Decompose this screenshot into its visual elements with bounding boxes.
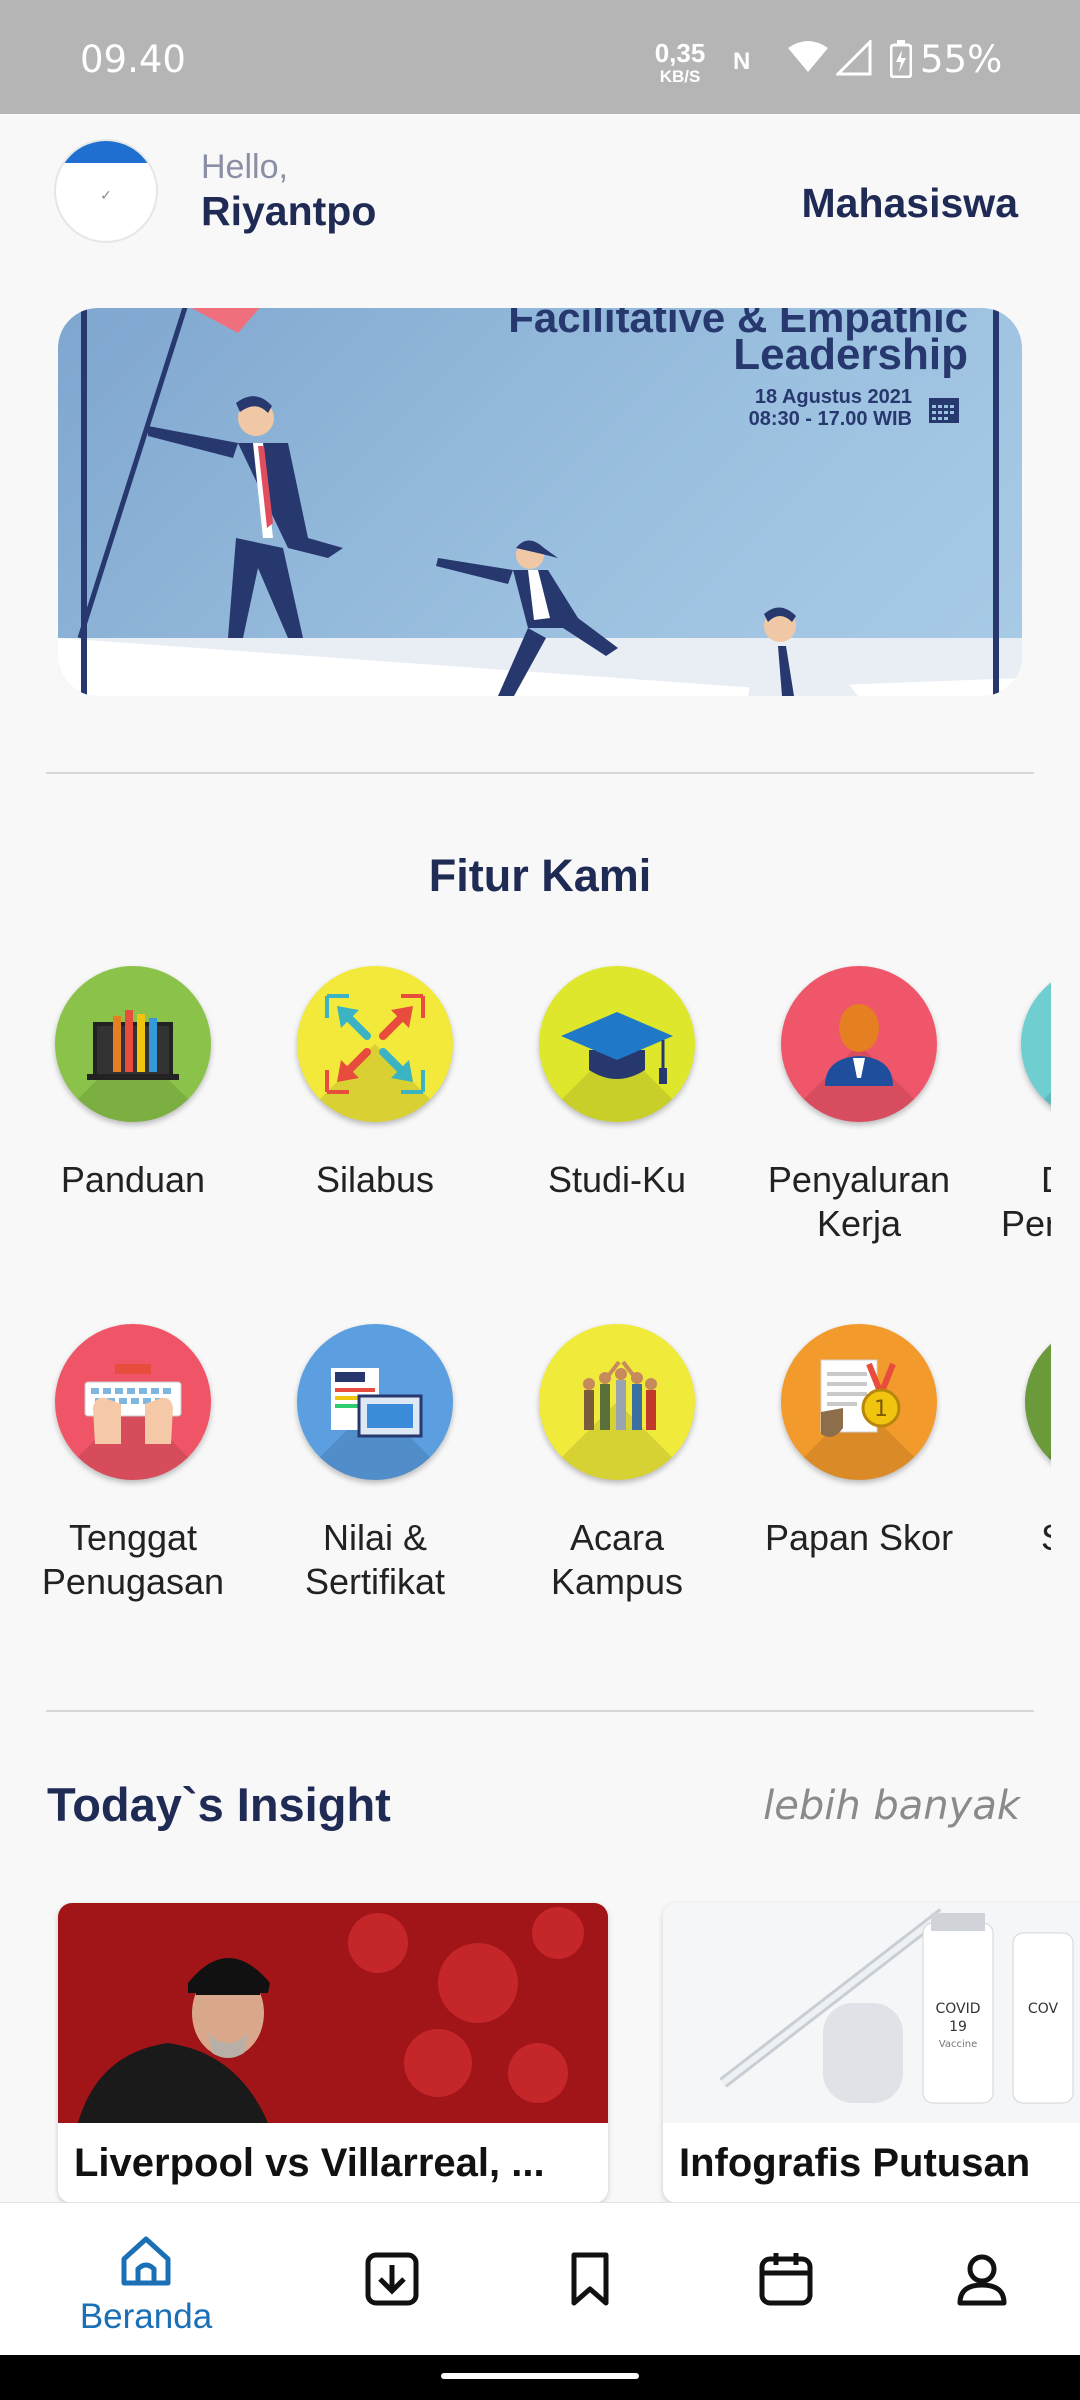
medal-icon: 1 — [820, 1359, 901, 1437]
feature-label: Nilai & Sertifikat — [304, 1517, 446, 1602]
clock: 09.40 — [80, 38, 186, 81]
network-speed-value: 0,35 — [654, 38, 706, 68]
feature-papan-skor[interactable]: 1 Papan Skor — [759, 1324, 959, 1560]
keyboard-hands-icon — [84, 1364, 182, 1444]
battery-icon — [890, 40, 912, 78]
home-gesture-handle[interactable] — [441, 2373, 639, 2379]
feature-partial-2[interactable]: S — [1001, 1324, 1051, 1560]
feature-partial-2-circle — [1025, 1324, 1051, 1480]
nav-home-label: Beranda — [79, 2297, 213, 2336]
features-title: Fitur Kami — [428, 850, 652, 901]
feature-penyaluran-kerja[interactable]: Penyaluran Kerja — [759, 966, 959, 1246]
feature-tenggat-penugasan-circle — [55, 1324, 211, 1480]
home-icon — [121, 2236, 171, 2286]
certificate-icon — [331, 1368, 423, 1438]
feature-tenggat-penugasan[interactable]: Tenggat Penugasan — [33, 1324, 233, 1604]
feature-label: DPer — [1001, 1159, 1051, 1244]
svg-text:Vaccine: Vaccine — [939, 2039, 977, 2050]
section-divider — [46, 1710, 1034, 1712]
network-speed: 0,35 KB/S — [640, 40, 720, 85]
nav-download[interactable] — [322, 2203, 462, 2356]
books-icon — [87, 1010, 179, 1080]
event-banner[interactable]: Facilitative & Empathic Leadership 18 Ag… — [58, 308, 1022, 696]
feature-label: Penyaluran Kerja — [767, 1159, 951, 1244]
svg-text:1: 1 — [874, 1397, 888, 1422]
avatar-banner — [56, 141, 156, 163]
feature-label: Papan Skor — [764, 1517, 954, 1558]
feature-label: Tenggat Penugasan — [41, 1517, 225, 1602]
feature-penyaluran-kerja-circle — [781, 966, 937, 1122]
calendar-icon — [759, 2253, 813, 2306]
feature-acara-kampus-circle — [539, 1324, 695, 1480]
football-photo — [58, 1903, 608, 2123]
nfc-icon: N — [733, 48, 751, 75]
more-link[interactable]: lebih banyak — [763, 1783, 1020, 1829]
cell-signal-icon — [836, 40, 872, 76]
section-divider — [46, 772, 1034, 774]
download-icon — [365, 2252, 419, 2306]
feature-silabus[interactable]: Silabus — [275, 966, 475, 1202]
vaccine-photo: COVID 19 Vaccine COV — [663, 1903, 1080, 2123]
insight-title: Today`s Insight — [47, 1778, 391, 1831]
status-bar: 09.40 0,35 KB/S N 55% — [0, 0, 1080, 114]
svg-text:COVID: COVID — [935, 2001, 980, 2017]
feature-label: Studi-Ku — [547, 1159, 687, 1200]
nav-bookmark[interactable] — [520, 2203, 660, 2356]
feature-nilai-sertifikat-circle — [297, 1324, 453, 1480]
greeting: Hello, — [201, 148, 288, 186]
nav-profile[interactable] — [912, 2203, 1052, 2356]
feature-label: Silabus — [315, 1159, 435, 1200]
nav-home[interactable]: Beranda — [76, 2203, 216, 2356]
expand-arrows-icon — [325, 994, 425, 1094]
banner-title-line2: Leadership — [733, 330, 968, 379]
feature-acara-kampus[interactable]: Acara Kampus — [517, 1324, 717, 1604]
bottom-navigation: Beranda — [0, 2202, 1080, 2356]
calendar-icon — [929, 398, 959, 423]
network-speed-unit: KB/S — [659, 67, 701, 86]
feature-label: Panduan — [60, 1159, 206, 1200]
svg-text:COV: COV — [1028, 2001, 1059, 2017]
feature-partial-1[interactable]: DPer — [1001, 966, 1051, 1246]
profile-icon — [957, 2254, 1007, 2306]
username: Riyantpo — [201, 188, 377, 234]
feature-silabus-circle — [297, 966, 453, 1122]
insight-card-title: Liverpool vs Villarreal, ... — [74, 2141, 545, 2185]
nav-calendar[interactable] — [716, 2203, 856, 2356]
people-group-icon — [583, 1360, 657, 1430]
graduation-cap-icon — [561, 1012, 673, 1084]
feature-nilai-sertifikat[interactable]: Nilai & Sertifikat — [275, 1324, 475, 1604]
feature-papan-skor-circle: 1 — [781, 1324, 937, 1480]
insight-card[interactable]: COVID 19 Vaccine COV Infografis Putusan — [663, 1903, 1080, 2203]
banner-time: 08:30 - 17.00 WIB — [748, 408, 912, 430]
wifi-icon — [788, 41, 828, 72]
feature-panduan-circle — [55, 966, 211, 1122]
insight-card[interactable]: Liverpool vs Villarreal, ... — [58, 1903, 608, 2203]
bookmark-icon — [571, 2252, 609, 2306]
avatar-logo: ✓ — [100, 187, 112, 203]
svg-text:19: 19 — [949, 2019, 967, 2035]
feature-panduan[interactable]: Panduan — [33, 966, 233, 1202]
feature-studi-ku[interactable]: Studi-Ku — [517, 966, 717, 1202]
battery-percent: 55% — [920, 38, 1003, 81]
gesture-bar — [0, 2355, 1080, 2400]
worker-icon — [825, 1004, 893, 1086]
feature-label: Acara Kampus — [550, 1517, 684, 1602]
feature-studi-ku-circle — [539, 966, 695, 1122]
avatar[interactable]: ✓ — [56, 141, 156, 241]
banner-date: 18 Agustus 2021 — [754, 386, 912, 408]
feature-partial-1-circle — [1021, 966, 1051, 1122]
user-role: Mahasiswa — [801, 180, 1019, 226]
insight-card-title: Infografis Putusan — [679, 2141, 1031, 2185]
feature-label: S — [1001, 1516, 1051, 1560]
